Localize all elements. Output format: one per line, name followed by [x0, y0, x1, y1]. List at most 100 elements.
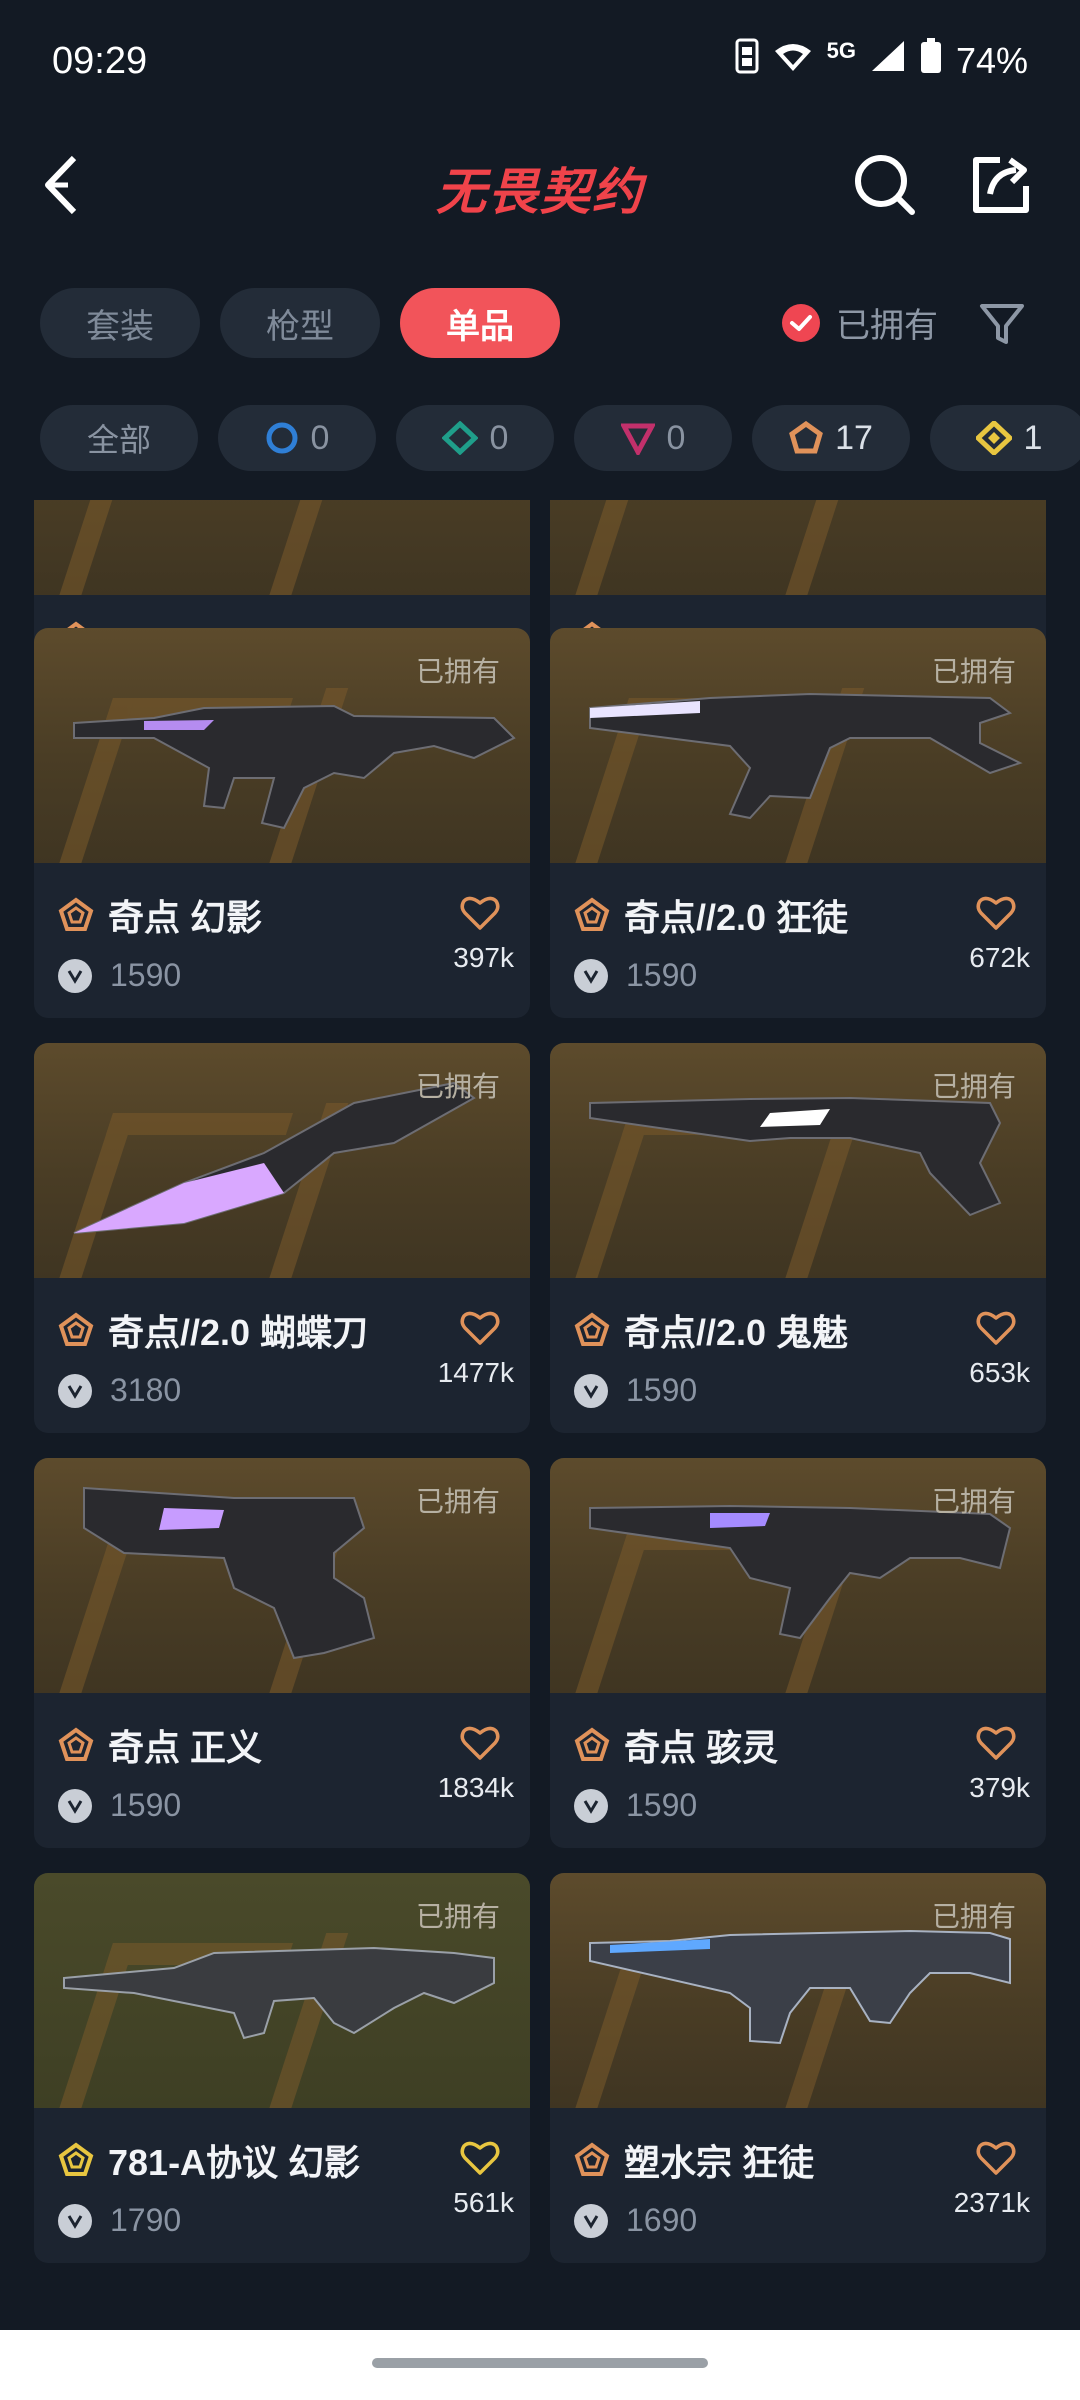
heart-icon[interactable] — [460, 1310, 500, 1346]
tier-icon — [58, 1727, 94, 1761]
vp-currency-icon — [574, 958, 608, 993]
tab-single-items[interactable]: 单品 — [400, 288, 560, 358]
vp-currency-icon — [574, 1788, 608, 1823]
chip-all-label: 全部 — [86, 422, 151, 458]
heart-icon[interactable] — [976, 895, 1016, 931]
chip-count: 0 — [489, 418, 509, 457]
chip-count: 0 — [310, 418, 330, 457]
skin-info: 塑水宗 狂徒 1690 2371k — [550, 2108, 1046, 2263]
name-row: 781-A协议 幻影 — [58, 2134, 360, 2186]
tier-icon — [574, 897, 610, 931]
tab-bundles[interactable]: 套装 — [40, 288, 200, 358]
status-icons: 5G 74% — [735, 38, 1028, 83]
chip-deluxe-tier[interactable]: 0 — [396, 405, 554, 471]
vp-currency-icon — [58, 958, 92, 993]
skin-card[interactable]: 已拥有 奇点//2.0 蝴蝶刀 3180 1477k — [34, 1043, 530, 1433]
owned-label: 已拥有 — [415, 1486, 500, 1517]
skin-image — [550, 500, 1046, 595]
weapon-image — [550, 500, 1046, 595]
skin-name: 奇点 骇灵 — [624, 1727, 779, 1768]
network-type: 5G — [826, 37, 856, 63]
heart-icon[interactable] — [976, 1310, 1016, 1346]
skin-grid: -17k-26k已拥有奇点 幻影1590397k已拥有奇点//2.0 狂徒159… — [0, 500, 1080, 2330]
chip-all[interactable]: 全部 — [40, 405, 198, 471]
chip-count: 0 — [666, 418, 686, 457]
tier-icon — [58, 1312, 94, 1346]
skin-image: 已拥有 — [34, 1458, 530, 1693]
skin-image: 已拥有 — [34, 1043, 530, 1278]
chip-exclusive-tier[interactable]: 17 — [752, 405, 910, 471]
heart-icon[interactable] — [460, 2140, 500, 2176]
skin-price: 1790 — [110, 2202, 182, 2238]
price-row: 1590 — [574, 957, 697, 994]
chip-select-tier[interactable]: 0 — [218, 405, 376, 471]
search-button[interactable] — [850, 150, 920, 220]
status-bar: 09:29 5G 74% — [0, 0, 1080, 120]
home-indicator[interactable] — [372, 2358, 708, 2368]
vp-currency-icon — [574, 2203, 608, 2238]
like-count: 672k — [969, 942, 1030, 973]
price-row: 1790 — [58, 2202, 181, 2239]
skin-info: 奇点//2.0 狂徒 1590 672k — [550, 863, 1046, 1018]
skin-image: 已拥有 — [550, 1873, 1046, 2108]
skin-card[interactable]: 已拥有 塑水宗 狂徒 1690 2371k — [550, 1873, 1046, 2263]
vp-currency-icon — [574, 1373, 608, 1408]
like-count: 1834k — [437, 1772, 514, 1803]
heart-icon[interactable] — [976, 2140, 1016, 2176]
skin-price: 1590 — [626, 957, 698, 993]
tier-icon — [58, 2142, 94, 2176]
owned-label: 已拥有 — [415, 656, 500, 687]
category-tabs: 套装 枪型 单品 — [40, 288, 560, 358]
signal-icon — [870, 39, 906, 82]
owned-label: 已拥有 — [415, 1901, 500, 1932]
chip-count: 17 — [835, 418, 873, 457]
heart-icon[interactable] — [460, 895, 500, 931]
skin-image: 已拥有 — [550, 628, 1046, 863]
skin-card[interactable]: 已拥有奇点 幻影 1590 397k — [34, 628, 530, 1018]
skin-image: 已拥有 — [34, 628, 530, 863]
share-button[interactable] — [966, 150, 1036, 220]
skin-name: 奇点 正义 — [108, 1727, 263, 1768]
skin-image: 已拥有 — [550, 1458, 1046, 1693]
like-count: 653k — [969, 1357, 1030, 1388]
skin-info: 奇点 骇灵 1590 379k — [550, 1693, 1046, 1848]
name-row: 塑水宗 狂徒 — [574, 2134, 814, 2186]
skin-card[interactable]: 已拥有奇点//2.0 狂徒 1590 672k — [550, 628, 1046, 1018]
like-count: 379k — [969, 1772, 1030, 1803]
tier-icon — [574, 1312, 610, 1346]
tier-icon — [58, 897, 94, 931]
skin-card[interactable]: 已拥有奇点//2.0 鬼魅 1590 653k — [550, 1043, 1046, 1433]
skin-card[interactable]: 已拥有 781-A协议 幻影 1790 561k — [34, 1873, 530, 2263]
name-row: 奇点 骇灵 — [574, 1719, 778, 1771]
heart-icon[interactable] — [976, 1725, 1016, 1761]
like-count: 1477k — [437, 1357, 514, 1388]
vp-currency-icon — [58, 1788, 92, 1823]
skin-price: 1590 — [110, 1787, 182, 1823]
ultra-tier-icon — [975, 421, 1012, 455]
vp-currency-icon — [58, 1373, 92, 1408]
tab-weapon-types[interactable]: 枪型 — [220, 288, 380, 358]
chip-premium-tier[interactable]: 0 — [574, 405, 732, 471]
app-header: 无畏契约 — [0, 130, 1080, 240]
skin-name: 奇点//2.0 狂徒 — [624, 897, 849, 938]
status-time: 09:29 — [52, 40, 148, 82]
skin-info: 奇点 幻影 1590 397k — [34, 863, 530, 1018]
rarity-chips: 全部 0 0 0 17 1 — [40, 405, 1080, 471]
skin-card[interactable]: 已拥有奇点 正义 1590 1834k — [34, 1458, 530, 1848]
skin-info: 奇点 正义 1590 1834k — [34, 1693, 530, 1848]
name-row: 奇点 幻影 — [58, 889, 262, 941]
heart-icon[interactable] — [460, 1725, 500, 1761]
like-count: 561k — [453, 2187, 514, 2218]
exclusive-tier-icon — [789, 421, 823, 454]
price-row: 1590 — [574, 1372, 697, 1409]
skin-image — [34, 500, 530, 595]
chip-ultra-tier[interactable]: 1 — [930, 405, 1080, 471]
name-row: 奇点//2.0 鬼魅 — [574, 1304, 848, 1356]
filter-button[interactable] — [978, 300, 1026, 348]
skin-card[interactable]: 已拥有 奇点 骇灵 1590 379k — [550, 1458, 1046, 1848]
skin-name: 奇点//2.0 蝴蝶刀 — [108, 1312, 369, 1353]
owned-filter-toggle[interactable]: 已拥有 — [782, 298, 938, 347]
price-row: 1590 — [58, 1787, 181, 1824]
skin-image: 已拥有 — [550, 1043, 1046, 1278]
battery-icon — [920, 38, 942, 83]
